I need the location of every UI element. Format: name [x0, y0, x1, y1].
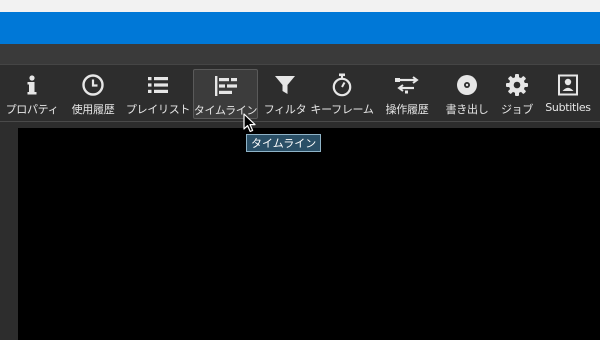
filters-button[interactable]: フィルタ [262, 69, 308, 119]
playlist-button[interactable]: プレイリスト [125, 69, 191, 119]
clock-icon [81, 72, 105, 98]
keyframes-label: キーフレーム [310, 103, 374, 116]
recent-label: 使用履歴 [71, 103, 115, 116]
keyframes-button[interactable]: キーフレーム [310, 69, 374, 119]
filters-label: フィルタ [263, 103, 307, 116]
gear-icon [505, 72, 529, 98]
jobs-label: ジョブ [500, 103, 534, 116]
timeline-tooltip: タイムライン [246, 134, 322, 152]
window-top-edge [0, 0, 600, 12]
subtitles-icon [557, 72, 579, 98]
list-icon [147, 72, 169, 98]
video-preview[interactable] [18, 128, 600, 340]
jobs-button[interactable]: ジョブ [497, 69, 537, 119]
playlist-label: プレイリスト [125, 103, 191, 116]
recent-button[interactable]: 使用履歴 [66, 69, 120, 119]
subtitles-label: Subtitles [545, 101, 591, 114]
export-button[interactable]: 書き出し [442, 69, 492, 119]
disc-icon [455, 72, 479, 98]
timeline-button[interactable]: タイムライン [193, 69, 258, 119]
history-button[interactable]: 操作履歴 [378, 69, 436, 119]
properties-label: プロパティ [5, 103, 59, 116]
stopwatch-icon [330, 72, 354, 98]
left-panel-edge [0, 123, 18, 340]
mouse-cursor-icon [243, 113, 256, 133]
info-icon [21, 72, 43, 98]
main-toolbar: プロパティ 使用履歴 プレイリスト タイムライン フィルタ キーフレーム 操作履… [0, 64, 600, 122]
properties-button[interactable]: プロパティ [5, 69, 59, 119]
timeline-icon [213, 73, 239, 99]
export-label: 書き出し [445, 103, 489, 116]
menu-strip [0, 44, 600, 64]
history-label: 操作履歴 [385, 103, 429, 116]
funnel-icon [274, 72, 296, 98]
history-icon [394, 72, 420, 98]
title-bar [0, 12, 600, 44]
subtitles-button[interactable]: Subtitles [541, 69, 595, 119]
